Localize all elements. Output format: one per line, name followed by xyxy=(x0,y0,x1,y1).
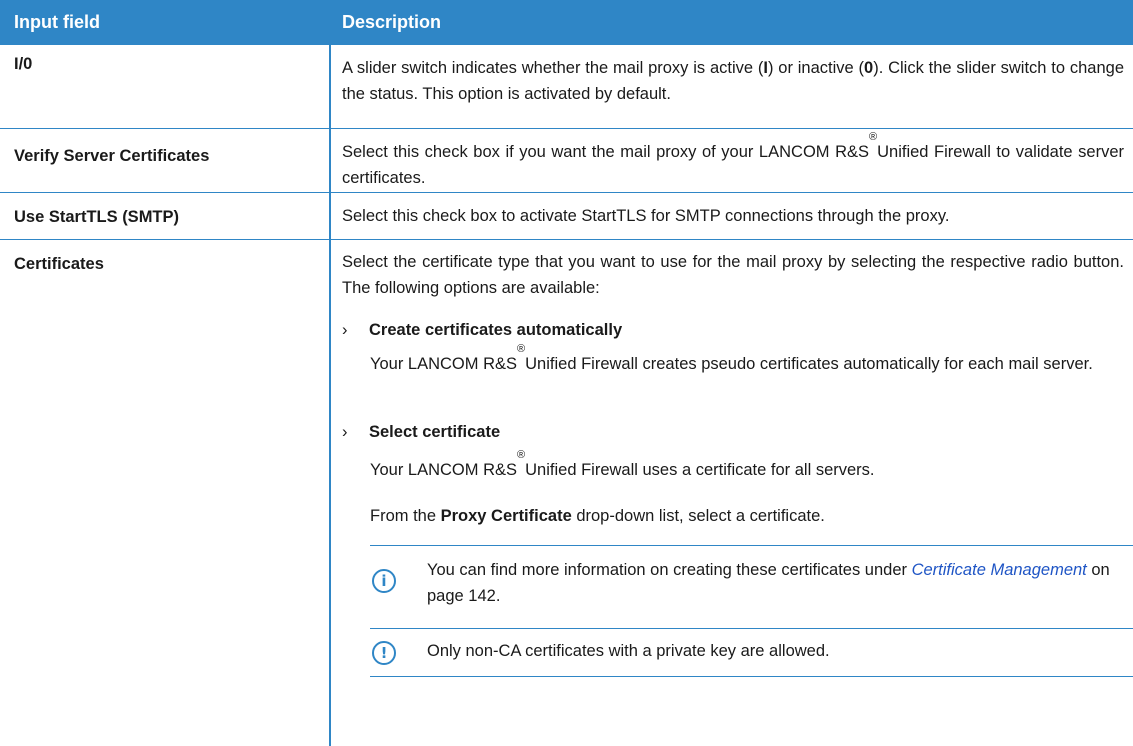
table-header: Input field Description xyxy=(0,0,1133,45)
note-divider xyxy=(370,545,1133,546)
label-verify-server-certificates: Verify Server Certificates xyxy=(14,147,210,165)
input-field-table: Input field Description I/0 A slider swi… xyxy=(0,0,1133,746)
desc-verify-server-certificates: Select this check box if you want the ma… xyxy=(342,131,1124,188)
label-certificates: Certificates xyxy=(14,255,104,273)
desc-proxy-certificate: From the Proxy Certificate drop-down lis… xyxy=(370,507,825,525)
header-description: Description xyxy=(342,12,442,32)
chevron-right-icon: › xyxy=(342,321,348,339)
info-icon: i xyxy=(372,569,396,593)
label-io: I/0 xyxy=(14,55,33,73)
row-divider xyxy=(0,192,1133,193)
chevron-right-icon: › xyxy=(342,423,348,441)
row-divider xyxy=(0,239,1133,240)
desc-select-certificate: Your LANCOM R&S®Unified Firewall uses a … xyxy=(370,449,875,480)
label-use-starttls: Use StartTLS (SMTP) xyxy=(14,208,180,226)
note-divider xyxy=(370,628,1133,629)
desc-io: A slider switch indicates whether the ma… xyxy=(342,59,1125,103)
header-input-field: Input field xyxy=(14,12,100,32)
note-divider xyxy=(370,676,1133,677)
certificate-management-link[interactable]: Certificate Management xyxy=(912,561,1087,579)
desc-use-starttls: Select this check box to activate StartT… xyxy=(342,207,950,225)
row-divider xyxy=(0,128,1133,129)
warning-icon: ! xyxy=(372,641,396,665)
note-warning-text: Only non-CA certificates with a private … xyxy=(427,642,830,660)
desc-certificates-intro: Select the certificate type that you wan… xyxy=(342,253,1124,297)
column-separator xyxy=(329,45,331,746)
desc-create-certificates: Your LANCOM R&S®Unified Firewall creates… xyxy=(370,343,1093,374)
note-info-text: You can find more information on creatin… xyxy=(427,561,1110,605)
